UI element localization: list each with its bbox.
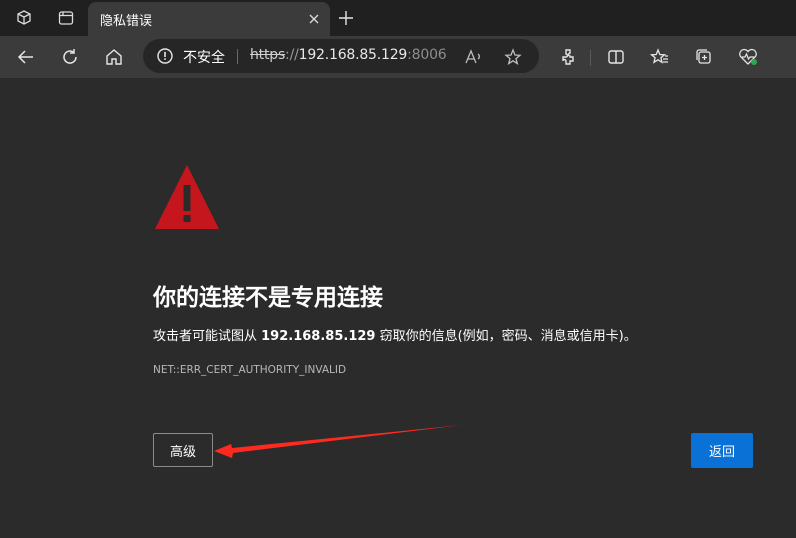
go-back-button[interactable]: 返回: [691, 433, 753, 468]
new-tab-icon[interactable]: [336, 8, 356, 28]
desc-suffix: 窃取你的信息(例如，密码、消息或信用卡)。: [375, 329, 637, 344]
page-title: 你的连接不是专用连接: [153, 285, 383, 311]
url-scheme: https: [250, 47, 286, 63]
home-icon[interactable]: [102, 45, 126, 69]
split-screen-icon[interactable]: [604, 45, 628, 69]
active-tab[interactable]: 隐私错误: [88, 2, 330, 36]
url-separator: ://: [285, 47, 299, 63]
favorite-icon[interactable]: [503, 47, 523, 67]
not-secure-label[interactable]: 不安全: [183, 47, 225, 67]
toolbar-divider: [590, 50, 591, 66]
warning-triangle-icon: [153, 163, 221, 231]
browser-essentials-icon[interactable]: [736, 45, 760, 69]
collections-icon[interactable]: [692, 45, 716, 69]
tab-actions-icon[interactable]: [56, 8, 76, 28]
desc-host: 192.168.85.129: [261, 329, 376, 344]
url-text[interactable]: https://192.168.85.129:8006: [250, 47, 447, 63]
address-divider: [237, 49, 238, 64]
error-description: 攻击者可能试图从 192.168.85.129 窃取你的信息(例如，密码、消息或…: [153, 325, 637, 344]
address-bar[interactable]: 不安全 https://192.168.85.129:8006: [143, 39, 539, 73]
back-icon[interactable]: [14, 45, 38, 69]
error-code: NET::ERR_CERT_AUTHORITY_INVALID: [153, 364, 347, 376]
extensions-icon[interactable]: [556, 45, 580, 69]
favorites-icon[interactable]: [648, 45, 672, 69]
read-aloud-icon[interactable]: [463, 47, 483, 67]
refresh-icon[interactable]: [58, 45, 82, 69]
advanced-button[interactable]: 高级: [153, 433, 213, 467]
not-secure-icon[interactable]: [157, 48, 173, 64]
tab-strip: 隐私错误: [0, 0, 796, 36]
error-page: [2, 78, 794, 538]
close-icon[interactable]: [306, 11, 322, 27]
desc-prefix: 攻击者可能试图从: [153, 329, 262, 344]
url-port: :8006: [407, 47, 447, 63]
workspaces-icon[interactable]: [14, 8, 34, 28]
url-host: 192.168.85.129: [298, 47, 408, 63]
tab-title: 隐私错误: [100, 14, 153, 29]
